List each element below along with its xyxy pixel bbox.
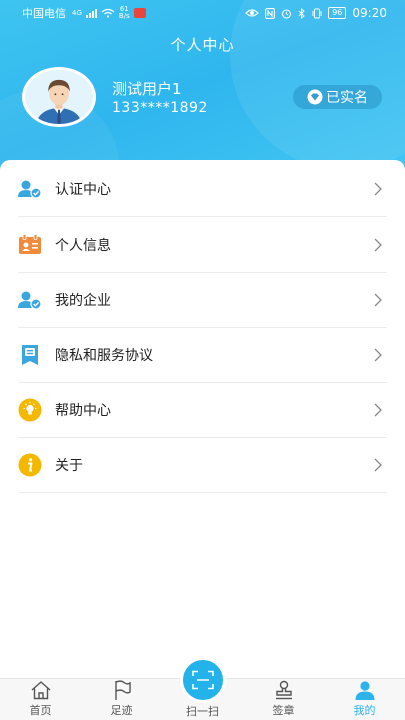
id-card-icon [18,233,42,257]
bluetooth-icon [298,7,305,19]
menu-item-certification[interactable]: 认证中心 [18,161,387,217]
menu-item-help-center[interactable]: 帮助中心 [18,382,387,438]
user-verify-icon [18,177,42,201]
tab-label: 足迹 [110,704,133,717]
chevron-right-icon [374,348,382,361]
menu-item-personal-info[interactable]: 个人信息 [18,217,387,273]
diamond-icon [307,89,323,105]
document-icon [18,343,42,367]
tab-footprint[interactable]: 足迹 [81,679,162,720]
net-speed: 61 B/s [119,6,130,20]
page-title: 个人中心 [170,36,235,54]
clock-time: 09:20 [352,6,387,20]
verified-badge[interactable]: 已实名 [293,85,382,109]
menu-item-about[interactable]: 关于 [18,437,387,493]
menu-label: 个人信息 [55,237,111,254]
battery-level: 96 [328,7,347,19]
status-bar: 中国电信 4G 61 B/s 96 09:20 [0,0,405,26]
wifi-icon [101,8,115,18]
chevron-right-icon [374,182,382,195]
carrier-text: 中国电信 [22,7,66,20]
alarm-icon [282,8,292,19]
lightbulb-icon [18,398,42,422]
scan-icon [192,670,214,690]
tab-label: 签章 [272,704,295,717]
user-avatar[interactable] [22,67,96,127]
menu-item-privacy-agreement[interactable]: 隐私和服务协议 [18,327,387,383]
chevron-right-icon [374,293,382,306]
home-icon [31,681,50,700]
notification-app-icon [133,8,146,18]
chevron-right-icon [374,403,382,416]
menu-label: 我的企业 [55,292,111,309]
avatar-person-icon [25,70,93,124]
stamp-icon [275,680,292,700]
signal-icon [85,8,97,18]
tab-home[interactable]: 首页 [0,679,81,720]
profile-icon [355,681,374,700]
tab-label: 首页 [29,704,52,717]
chevron-right-icon [374,458,382,471]
eye-icon [245,9,260,17]
enterprise-user-icon [18,288,42,312]
verified-label: 已实名 [326,90,368,106]
menu-label: 关于 [55,457,83,474]
chevron-right-icon [374,238,382,251]
tab-mine[interactable]: 我的 [324,679,405,720]
scan-button[interactable] [180,657,226,703]
tab-label: 我的 [353,704,376,717]
menu-label: 隐私和服务协议 [55,347,153,364]
menu-item-my-enterprise[interactable]: 我的企业 [18,272,387,328]
user-name: 测试用户1 [112,80,182,98]
menu-label: 认证中心 [55,181,111,198]
net-speed-unit: B/s [118,12,130,20]
flag-icon [114,680,131,700]
scan-label: 扫一扫 [186,705,219,718]
tab-stamp[interactable]: 签章 [243,679,324,720]
network-type-text: 4G [72,9,82,17]
info-icon [18,453,42,477]
user-phone: 133****1892 [112,100,208,116]
nfc-icon [265,7,276,19]
vibrate-icon [312,8,322,18]
menu-card: 认证中心 个人信息 我的企业 隐私和服务协议 帮助中心 关于 [0,160,405,678]
menu-label: 帮助中心 [55,402,111,419]
